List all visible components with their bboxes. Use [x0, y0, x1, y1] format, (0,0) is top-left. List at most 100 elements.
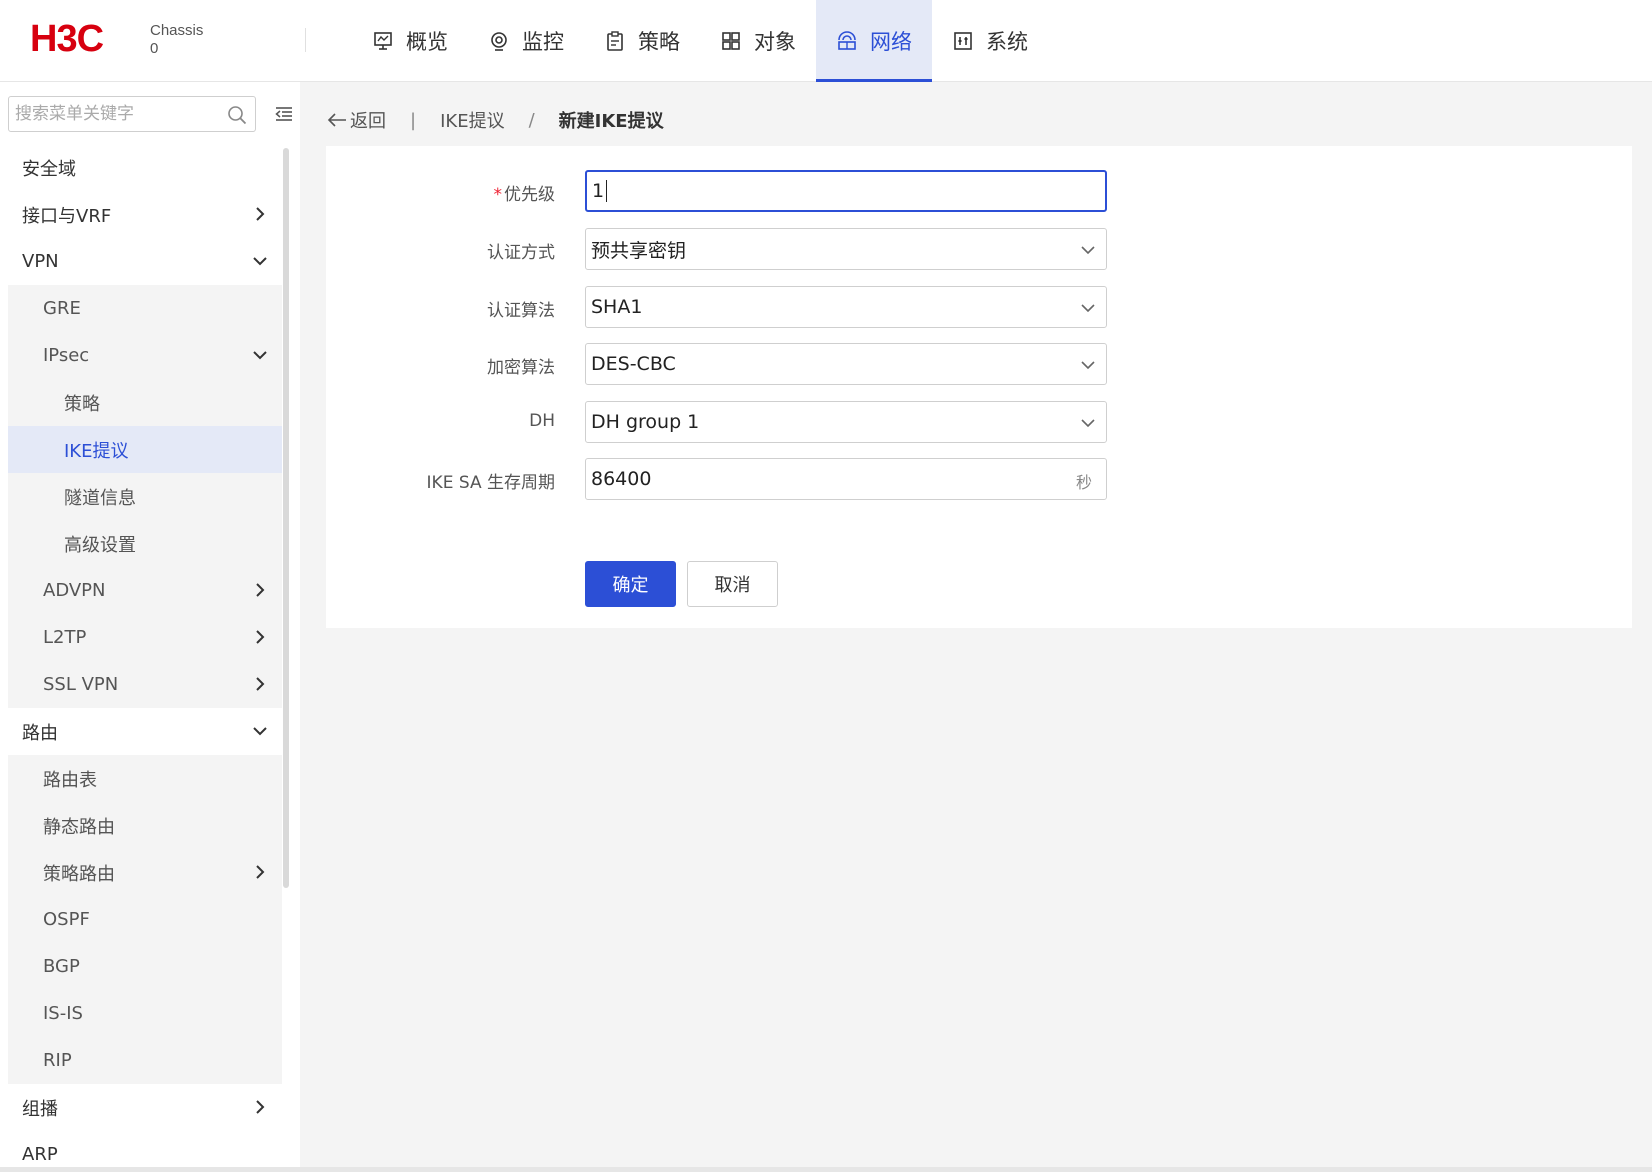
sidebar-item-label: ARP: [22, 1144, 58, 1165]
nav-policy[interactable]: 策略: [584, 0, 700, 82]
auth-algorithm-select[interactable]: SHA1: [585, 286, 1107, 328]
back-link[interactable]: 返回: [326, 107, 386, 133]
priority-row: * 优先级 1: [326, 170, 1632, 212]
sidebar-item-security-zone[interactable]: 安全域: [0, 144, 282, 191]
nav-overview-label: 概览: [406, 30, 448, 54]
sidebar-item-label: 接口与VRF: [22, 205, 112, 227]
sa-lifetime-label: IKE SA 生存周期: [426, 473, 555, 493]
sidebar-item-ospf[interactable]: OSPF: [8, 896, 282, 943]
sidebar-item-advpn[interactable]: ADVPN: [8, 567, 282, 614]
search-icon[interactable]: [227, 105, 247, 125]
sidebar-item-l2tp[interactable]: L2TP: [8, 614, 282, 661]
breadcrumb-divider: |: [410, 109, 417, 131]
sidebar-item-tunnel-info[interactable]: 隧道信息: [8, 473, 282, 520]
auth-method-row: 认证方式 预共享密钥: [326, 228, 1632, 270]
sidebar-menu: 安全域 接口与VRF VPN GRE IPsec 策略 IKE提议 隧道信息 高…: [0, 144, 282, 1167]
nav-overview[interactable]: 概览: [352, 0, 468, 82]
sidebar-item-label: IS-IS: [43, 1003, 83, 1024]
monitor-icon: [372, 30, 394, 52]
grid-icon: [720, 30, 742, 52]
sidebar-item-routing-table[interactable]: 路由表: [8, 755, 282, 802]
ok-button[interactable]: 确定: [585, 561, 676, 607]
network-icon: [836, 30, 858, 52]
sidebar-scrollbar[interactable]: [283, 148, 289, 888]
priority-value: 1: [592, 180, 605, 202]
sidebar-item-label: 策略: [64, 393, 100, 415]
arrow-left-icon: [327, 113, 346, 127]
chassis-title: Chassis: [150, 22, 204, 39]
chevron-down-icon: [1081, 246, 1095, 255]
h3c-logo[interactable]: H3C: [30, 20, 104, 58]
sidebar-item-bgp[interactable]: BGP: [8, 943, 282, 990]
cancel-button[interactable]: 取消: [687, 561, 778, 607]
sidebar-item-advanced-settings[interactable]: 高级设置: [8, 520, 282, 567]
nav-system[interactable]: 系统: [932, 0, 1048, 82]
sidebar-item-is-is[interactable]: IS-IS: [8, 990, 282, 1037]
sidebar-item-label: 组播: [22, 1098, 58, 1120]
encryption-algorithm-select[interactable]: DES-CBC: [585, 343, 1107, 385]
dh-label: DH: [529, 411, 555, 431]
sidebar-item-label: RIP: [43, 1050, 72, 1071]
breadcrumb-current: 新建IKE提议: [558, 111, 664, 132]
nav-network[interactable]: 网络: [816, 0, 932, 82]
sidebar-item-ssl-vpn[interactable]: SSL VPN: [8, 661, 282, 708]
collapse-menu-icon[interactable]: [274, 104, 294, 124]
chassis-label: Chassis 0: [150, 22, 203, 58]
auth-method-select[interactable]: 预共享密钥: [585, 228, 1107, 270]
nav-system-label: 系统: [986, 30, 1028, 54]
nav-policy-label: 策略: [638, 30, 680, 54]
sidebar-item-label: GRE: [43, 298, 81, 319]
sidebar-item-label: 安全域: [22, 158, 76, 180]
sidebar-item-label: L2TP: [43, 627, 87, 648]
sidebar-item-gre[interactable]: GRE: [8, 285, 282, 332]
sidebar-item-policy-routing[interactable]: 策略路由: [8, 849, 282, 896]
sidebar-item-vpn[interactable]: VPN: [0, 238, 282, 285]
sidebar-item-multicast[interactable]: 组播: [0, 1084, 282, 1131]
chevron-right-icon: [256, 583, 265, 597]
chevron-right-icon: [256, 1100, 265, 1114]
sa-lifetime-row: IKE SA 生存周期 86400 秒: [326, 458, 1632, 500]
chevron-right-icon: [256, 630, 265, 644]
breadcrumb-slash: /: [528, 109, 535, 131]
chevron-down-icon: [253, 727, 267, 736]
menu-search-input[interactable]: [9, 97, 209, 131]
breadcrumb: 返回 | IKE提议 / 新建IKE提议: [326, 106, 664, 134]
auth-algorithm-label: 认证算法: [487, 301, 555, 321]
sidebar-item-arp[interactable]: ARP: [0, 1131, 282, 1167]
chevron-down-icon: [1081, 419, 1095, 428]
sidebar-item-ipsec[interactable]: IPsec: [8, 332, 282, 379]
sidebar-item-label: ADVPN: [43, 580, 106, 601]
chassis-number: 0: [150, 40, 159, 57]
sa-lifetime-input[interactable]: 86400 秒: [585, 458, 1107, 500]
dh-select[interactable]: DH group 1: [585, 401, 1107, 443]
nav-object[interactable]: 对象: [700, 0, 816, 82]
sidebar-item-ipsec-policy[interactable]: 策略: [8, 379, 282, 426]
sidebar-item-ike-proposal[interactable]: IKE提议: [8, 426, 282, 473]
chevron-right-icon: [256, 677, 265, 691]
sidebar-item-label: SSL VPN: [43, 674, 119, 695]
encryption-algorithm-value: DES-CBC: [591, 353, 676, 375]
auth-algorithm-value: SHA1: [591, 296, 643, 318]
sidebar-item-rip[interactable]: RIP: [8, 1037, 282, 1084]
chevron-down-icon: [253, 257, 267, 266]
sidebar-item-label: BGP: [43, 956, 80, 977]
nav-network-label: 网络: [870, 30, 912, 54]
sidebar-item-label: 路由: [22, 722, 58, 744]
chevron-right-icon: [256, 865, 265, 879]
top-header: H3C Chassis 0 概览 监控 策略 对象 网络 系统: [0, 0, 1652, 82]
sa-lifetime-value: 86400: [591, 468, 652, 490]
text-caret: [606, 180, 608, 202]
sidebar-item-static-routing[interactable]: 静态路由: [8, 802, 282, 849]
nav-monitor-label: 监控: [522, 30, 564, 54]
system-icon: [952, 30, 974, 52]
nav-monitor[interactable]: 监控: [468, 0, 584, 82]
chevron-down-icon: [253, 351, 267, 360]
bottom-border: [0, 1167, 1652, 1172]
form-panel: * 优先级 1 认证方式 预共享密钥 认证算法 SHA1 加密算法 DES-CBC…: [326, 146, 1632, 628]
sidebar-item-label: VPN: [22, 251, 59, 272]
sidebar-item-interface-vrf[interactable]: 接口与VRF: [0, 191, 282, 238]
priority-input[interactable]: 1: [585, 170, 1107, 212]
target-icon: [488, 30, 510, 52]
breadcrumb-parent[interactable]: IKE提议: [440, 107, 505, 133]
sidebar-item-routing[interactable]: 路由: [0, 708, 282, 755]
